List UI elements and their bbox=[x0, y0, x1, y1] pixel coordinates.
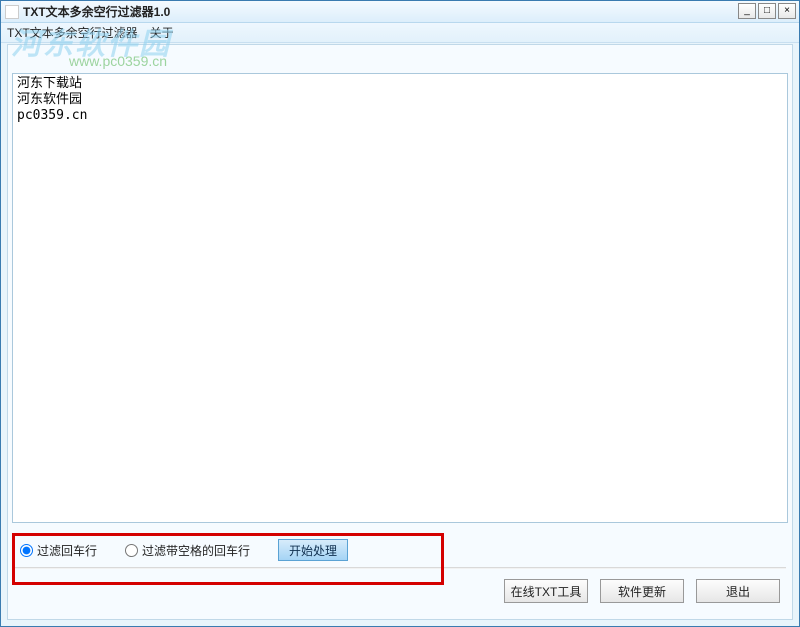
radio-filter-cr-input[interactable] bbox=[20, 544, 33, 557]
maximize-button[interactable]: □ bbox=[758, 3, 776, 19]
radio-filter-cr-label: 过滤回车行 bbox=[37, 542, 97, 559]
close-button[interactable]: × bbox=[778, 3, 796, 19]
window-frame: TXT文本多余空行过滤器1.0 _ □ × TXT文本多余空行过滤器 关于 河东… bbox=[0, 0, 800, 627]
window-title: TXT文本多余空行过滤器1.0 bbox=[23, 3, 170, 20]
menu-main[interactable]: TXT文本多余空行过滤器 bbox=[7, 24, 138, 41]
menu-about[interactable]: 关于 bbox=[150, 24, 174, 41]
start-button[interactable]: 开始处理 bbox=[278, 539, 348, 561]
bottom-button-row: 在线TXT工具 软件更新 退出 bbox=[504, 579, 780, 603]
online-tool-button[interactable]: 在线TXT工具 bbox=[504, 579, 588, 603]
menubar: TXT文本多余空行过滤器 关于 bbox=[1, 23, 799, 43]
divider bbox=[12, 567, 786, 569]
titlebar[interactable]: TXT文本多余空行过滤器1.0 _ □ × bbox=[1, 1, 799, 23]
minimize-button[interactable]: _ bbox=[738, 3, 756, 19]
options-row: 过滤回车行 过滤带空格的回车行 开始处理 bbox=[20, 539, 786, 561]
update-button[interactable]: 软件更新 bbox=[600, 579, 684, 603]
radio-filter-space-cr-label: 过滤带空格的回车行 bbox=[142, 542, 250, 559]
radio-filter-space-cr[interactable]: 过滤带空格的回车行 bbox=[125, 542, 250, 559]
radio-filter-cr[interactable]: 过滤回车行 bbox=[20, 542, 97, 559]
app-icon bbox=[5, 5, 19, 19]
client-area: 过滤回车行 过滤带空格的回车行 开始处理 在线TXT工具 软件更新 退出 bbox=[7, 44, 793, 620]
window-controls: _ □ × bbox=[738, 3, 796, 19]
radio-filter-space-cr-input[interactable] bbox=[125, 544, 138, 557]
text-area-container bbox=[12, 73, 788, 523]
exit-button[interactable]: 退出 bbox=[696, 579, 780, 603]
main-textarea[interactable] bbox=[13, 74, 787, 522]
